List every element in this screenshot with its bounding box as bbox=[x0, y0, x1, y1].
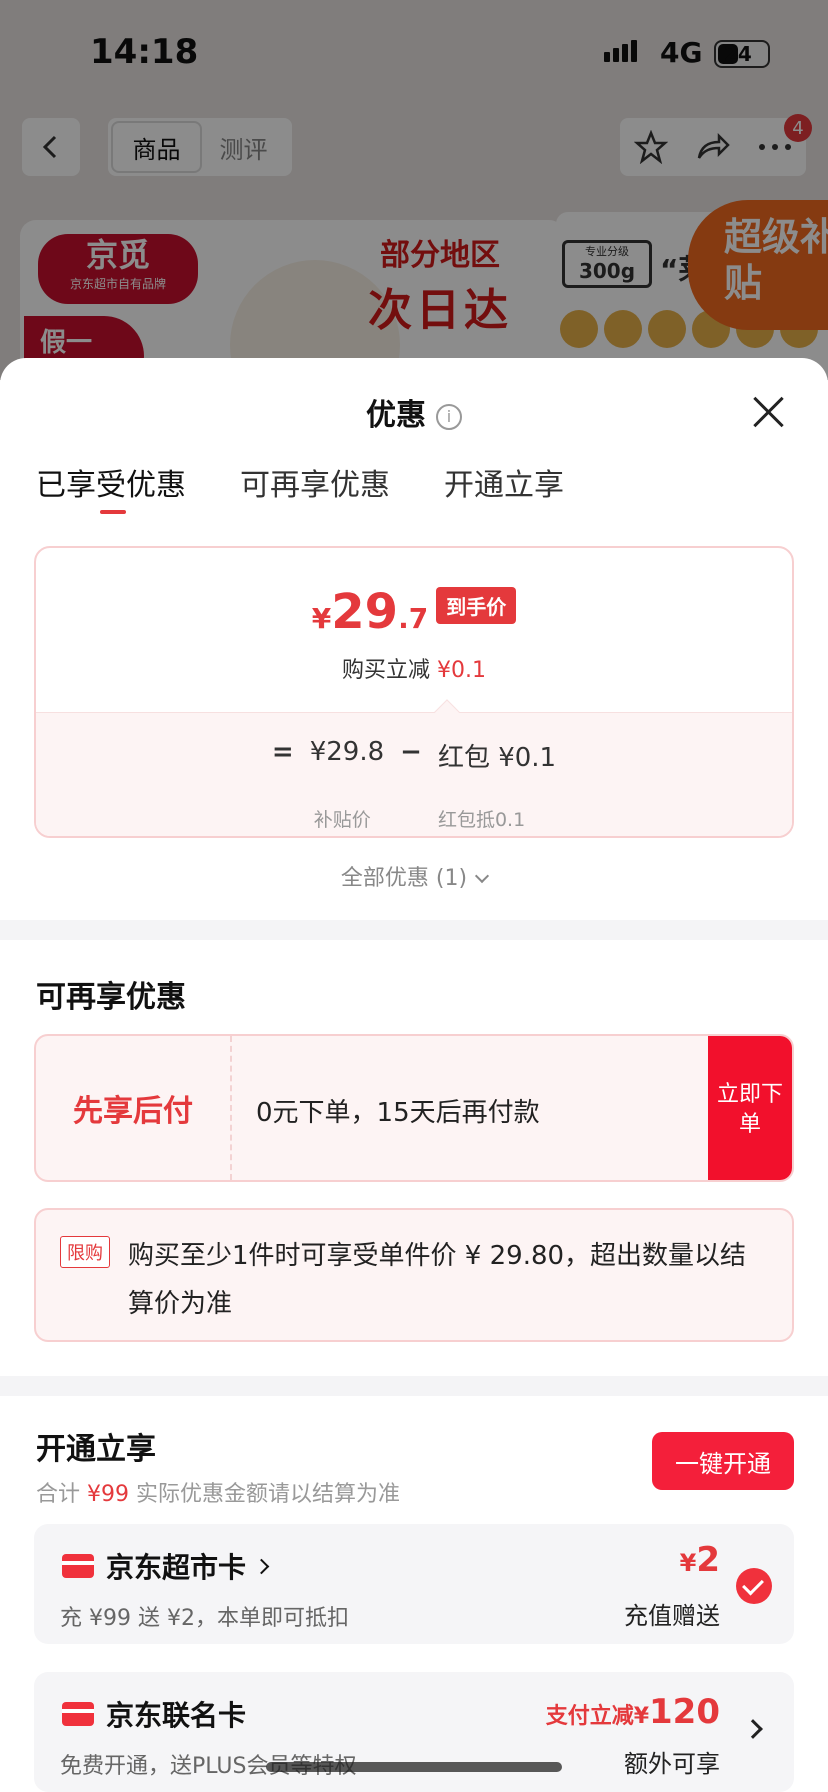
card-icon bbox=[62, 1554, 94, 1578]
open-now-summary: 合计 ¥99 实际优惠金额请以结算为准 bbox=[36, 1482, 401, 1507]
supermarket-card-row[interactable]: 京东超市卡 充 ¥99 送 ¥2，本单即可抵扣 ¥2 充值赠送 bbox=[34, 1524, 794, 1644]
final-price-tag: 到手价 bbox=[436, 587, 517, 624]
tab-more[interactable]: 可再享优惠 bbox=[240, 460, 390, 516]
instant-discount: 购买立减 ¥0.1 bbox=[342, 658, 486, 683]
order-now-button[interactable]: 立即下单 bbox=[708, 1036, 792, 1180]
limit-description: 购买至少1件时可享受单件价 ¥ 29.80，超出数量以结算价为准 bbox=[128, 1241, 747, 1319]
bnpl-description: 0元下单，15天后再付款 bbox=[256, 1098, 540, 1128]
discount-sheet: 优惠 i 已享受优惠 可再享优惠 开通立享 ¥29.7 到手价 购买立减 ¥0.1 … bbox=[0, 358, 828, 1792]
card-name[interactable]: 京东超市卡 bbox=[106, 1546, 270, 1586]
card-icon bbox=[62, 1702, 94, 1726]
card-description: 充 ¥99 送 ¥2，本单即可抵扣 bbox=[60, 1606, 349, 1631]
card-bonus-label: 充值赠送 bbox=[624, 1602, 720, 1630]
checkmark-icon[interactable] bbox=[736, 1568, 772, 1604]
one-click-open-button[interactable]: 一键开通 bbox=[652, 1432, 794, 1490]
more-discounts-title: 可再享优惠 bbox=[36, 980, 186, 1015]
tab-open-now[interactable]: 开通立享 bbox=[444, 460, 564, 516]
section-divider bbox=[0, 920, 828, 940]
formula-deduct-label: 红包抵0.1 bbox=[437, 809, 526, 831]
formula-base-label: 补贴价 bbox=[313, 809, 371, 831]
formula-deduct: 红包 ¥0.1 红包抵0.1 bbox=[437, 743, 557, 831]
background-product-page: 14:18 4G 24 商品 测评 4 京觅 京东超市自有品牌 假一 部分地区 … bbox=[0, 0, 828, 380]
info-icon[interactable]: i bbox=[436, 403, 462, 430]
sheet-header: 优惠 i bbox=[0, 358, 828, 448]
price-formula: = ¥29.8 补贴价 − 红包 ¥0.1 红包抵0.1 bbox=[36, 712, 792, 836]
formula-minus: − bbox=[400, 737, 422, 767]
bnpl-label: 先享后付 bbox=[36, 1036, 232, 1180]
close-icon[interactable] bbox=[750, 394, 786, 430]
limit-tag: 限购 bbox=[60, 1236, 110, 1268]
chevron-right-icon bbox=[253, 1558, 270, 1575]
tab-enjoyed[interactable]: 已享受优惠 bbox=[36, 460, 186, 516]
final-price-card: ¥29.7 到手价 购买立减 ¥0.1 = ¥29.8 补贴价 − 红包 ¥0.1… bbox=[34, 546, 794, 838]
co-branded-card-row[interactable]: 京东联名卡 免费开通，送PLUS会员等特权 支付立减¥120 额外可享 bbox=[34, 1672, 794, 1792]
home-indicator[interactable] bbox=[266, 1762, 562, 1772]
final-price: ¥29.7 到手价 bbox=[36, 584, 792, 640]
chevron-down-icon bbox=[475, 868, 490, 884]
sheet-title: 优惠 i bbox=[0, 390, 828, 434]
section-divider bbox=[0, 1376, 828, 1396]
card-discount-label: 额外可享 bbox=[624, 1750, 720, 1778]
overlay-dim[interactable] bbox=[0, 0, 828, 380]
card-name: 京东联名卡 bbox=[106, 1699, 247, 1732]
all-discounts-toggle[interactable]: 全部优惠 (1) bbox=[0, 860, 828, 892]
card-discount-amount: 支付立减¥120 bbox=[545, 1692, 720, 1732]
chevron-right-icon[interactable] bbox=[743, 1719, 763, 1739]
sheet-tabs: 已享受优惠 可再享优惠 开通立享 bbox=[36, 460, 564, 516]
purchase-limit-card: 限购 购买至少1件时可享受单件价 ¥ 29.80，超出数量以结算价为准 bbox=[34, 1208, 794, 1342]
card-bonus-amount: ¥2 bbox=[679, 1540, 720, 1580]
buy-now-pay-later-card: 先享后付 0元下单，15天后再付款 立即下单 bbox=[34, 1034, 794, 1182]
formula-base: ¥29.8 补贴价 bbox=[310, 737, 384, 831]
formula-equals: = bbox=[271, 737, 294, 767]
open-now-title: 开通立享 bbox=[36, 1432, 156, 1467]
